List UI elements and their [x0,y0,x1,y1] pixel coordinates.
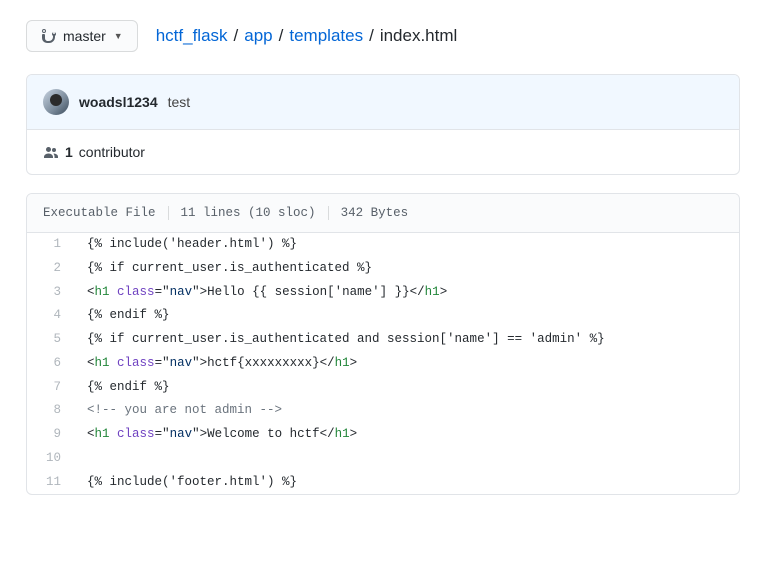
line-number[interactable]: 3 [27,281,75,305]
people-icon [43,144,59,160]
line-number[interactable]: 7 [27,376,75,400]
contributor-label: contributor [79,144,145,160]
commit-author-link[interactable]: woadsl1234 [79,94,158,110]
file-mode-label: Executable File [39,206,169,220]
line-number[interactable]: 2 [27,257,75,281]
code-line: {% endif %} [75,376,739,400]
line-number[interactable]: 5 [27,328,75,352]
file-size-label: 342 Bytes [329,206,421,220]
line-number[interactable]: 9 [27,423,75,447]
file-box: Executable File 11 lines (10 sloc) 342 B… [26,193,740,495]
contributor-count: 1 [65,144,73,160]
avatar[interactable] [43,89,69,115]
breadcrumb-root-link[interactable]: hctf_flask [156,26,228,46]
commit-bar: woadsl1234 test [27,75,739,130]
file-lines-label: 11 lines (10 sloc) [169,206,329,220]
commit-message: test [168,94,191,110]
git-branch-icon [41,28,57,44]
code-line: {% if current_user.is_authenticated %} [75,257,739,281]
code-line: {% if current_user.is_authenticated and … [75,328,739,352]
line-number[interactable]: 8 [27,399,75,423]
commit-box: woadsl1234 test 1 contributor [26,74,740,175]
file-header-row: master ▼ hctf_flask / app / templates / … [26,20,740,52]
line-number[interactable]: 11 [27,471,75,495]
line-number[interactable]: 1 [27,233,75,257]
breadcrumb-current: index.html [380,26,457,46]
code-line: {% endif %} [75,304,739,328]
code-line: <h1 class="nav">Hello {{ session['name']… [75,281,739,305]
code-table: 1{% include('header.html') %} 2{% if cur… [27,233,739,494]
file-info-header: Executable File 11 lines (10 sloc) 342 B… [27,194,739,233]
breadcrumb: hctf_flask / app / templates / index.htm… [156,26,458,46]
code-line: <h1 class="nav">hctf{xxxxxxxxx}</h1> [75,352,739,376]
code-line [75,447,739,471]
code-line: <!-- you are not admin --> [75,399,739,423]
caret-down-icon: ▼ [114,31,123,41]
contributors-bar: 1 contributor [27,130,739,174]
branch-label: master [63,28,106,44]
code-line: {% include('header.html') %} [75,233,739,257]
breadcrumb-sep: / [369,26,374,46]
breadcrumb-sep: / [234,26,239,46]
line-number[interactable]: 4 [27,304,75,328]
line-number[interactable]: 10 [27,447,75,471]
line-number[interactable]: 6 [27,352,75,376]
breadcrumb-link-app[interactable]: app [244,26,272,46]
branch-select-button[interactable]: master ▼ [26,20,138,52]
breadcrumb-link-templates[interactable]: templates [289,26,363,46]
breadcrumb-sep: / [279,26,284,46]
code-line: {% include('footer.html') %} [75,471,739,495]
code-line: <h1 class="nav">Welcome to hctf</h1> [75,423,739,447]
